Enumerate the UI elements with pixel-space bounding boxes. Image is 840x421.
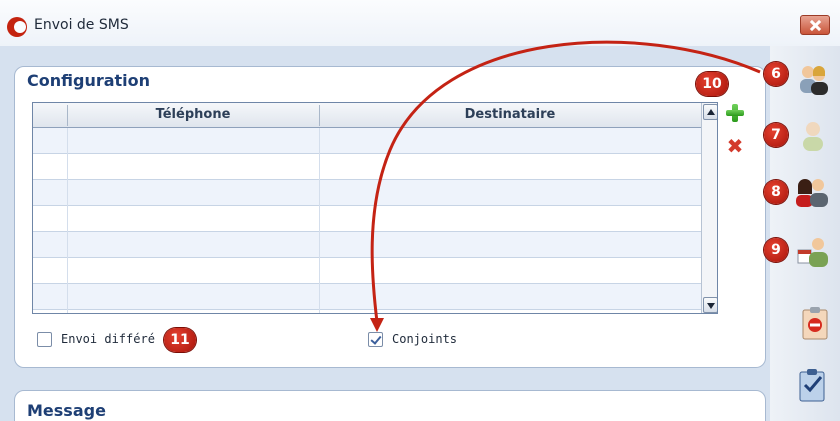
badge-11: 11: [164, 328, 196, 352]
app-logo-icon: [7, 17, 27, 37]
configuration-title: Configuration: [27, 71, 151, 90]
badge-6: 6: [764, 62, 788, 86]
table-row[interactable]: [33, 258, 701, 284]
column-header-telephone[interactable]: Téléphone: [68, 107, 318, 122]
table-row[interactable]: [33, 232, 701, 258]
single-contact-icon[interactable]: [796, 118, 830, 152]
calendar-contact-icon[interactable]: [796, 234, 830, 268]
badge-10: 10: [696, 72, 728, 96]
grid-header: Téléphone Destinataire: [33, 103, 717, 128]
column-header-destinataire[interactable]: Destinataire: [320, 107, 700, 122]
conjoints-checkbox[interactable]: [368, 332, 383, 347]
envoi-differe-label: Envoi différé: [61, 332, 155, 346]
table-row[interactable]: [33, 284, 701, 310]
cancel-clipboard-icon[interactable]: [798, 306, 832, 340]
scroll-up-button[interactable]: [703, 104, 717, 120]
table-row[interactable]: [33, 206, 701, 232]
validate-clipboard-icon[interactable]: [796, 368, 830, 402]
add-recipient-icon[interactable]: [726, 104, 744, 122]
conjoints-label: Conjoints: [392, 332, 458, 346]
delete-recipient-icon[interactable]: ✖: [726, 136, 744, 156]
title-bar: Envoi de SMS: [0, 0, 840, 46]
sms-window: Envoi de SMS Configuration Téléphone Des…: [0, 0, 840, 421]
scroll-down-button[interactable]: [703, 297, 717, 313]
badge-7: 7: [764, 123, 788, 147]
close-button[interactable]: [800, 15, 830, 35]
message-panel: Message: [14, 390, 766, 421]
window-title: Envoi de SMS: [34, 17, 129, 33]
recipients-grid[interactable]: Téléphone Destinataire: [32, 102, 718, 314]
table-row[interactable]: [33, 154, 701, 180]
table-row[interactable]: [33, 180, 701, 206]
badge-8: 8: [764, 180, 788, 204]
group-contact-icon[interactable]: [794, 174, 828, 208]
badge-9: 9: [764, 238, 788, 262]
table-row[interactable]: [33, 128, 701, 154]
message-title: Message: [27, 401, 106, 420]
contacts-couple-icon[interactable]: [796, 62, 830, 96]
grid-scrollbar[interactable]: [701, 103, 717, 313]
envoi-differe-checkbox[interactable]: [37, 332, 52, 347]
